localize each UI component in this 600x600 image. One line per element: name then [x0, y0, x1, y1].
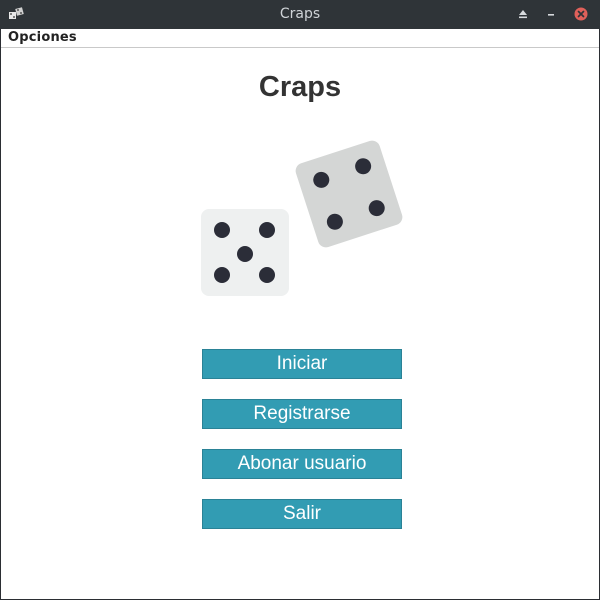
die-five	[201, 209, 289, 296]
close-icon[interactable]	[574, 7, 588, 21]
title-bar: Craps	[0, 0, 600, 29]
salir-button[interactable]: Salir	[202, 499, 402, 529]
window-title: Craps	[279, 6, 321, 22]
minimize-icon[interactable]	[544, 7, 558, 21]
registrarse-button[interactable]: Registrarse	[202, 399, 402, 429]
abonar-usuario-button[interactable]: Abonar usuario	[202, 449, 402, 479]
die-four	[295, 140, 403, 248]
main-window: Opciones Craps Iniciar Registrarse Abona…	[1, 29, 599, 599]
dice-illustration	[201, 140, 403, 296]
eject-icon[interactable]	[516, 7, 530, 21]
iniciar-button[interactable]: Iniciar	[202, 349, 402, 379]
